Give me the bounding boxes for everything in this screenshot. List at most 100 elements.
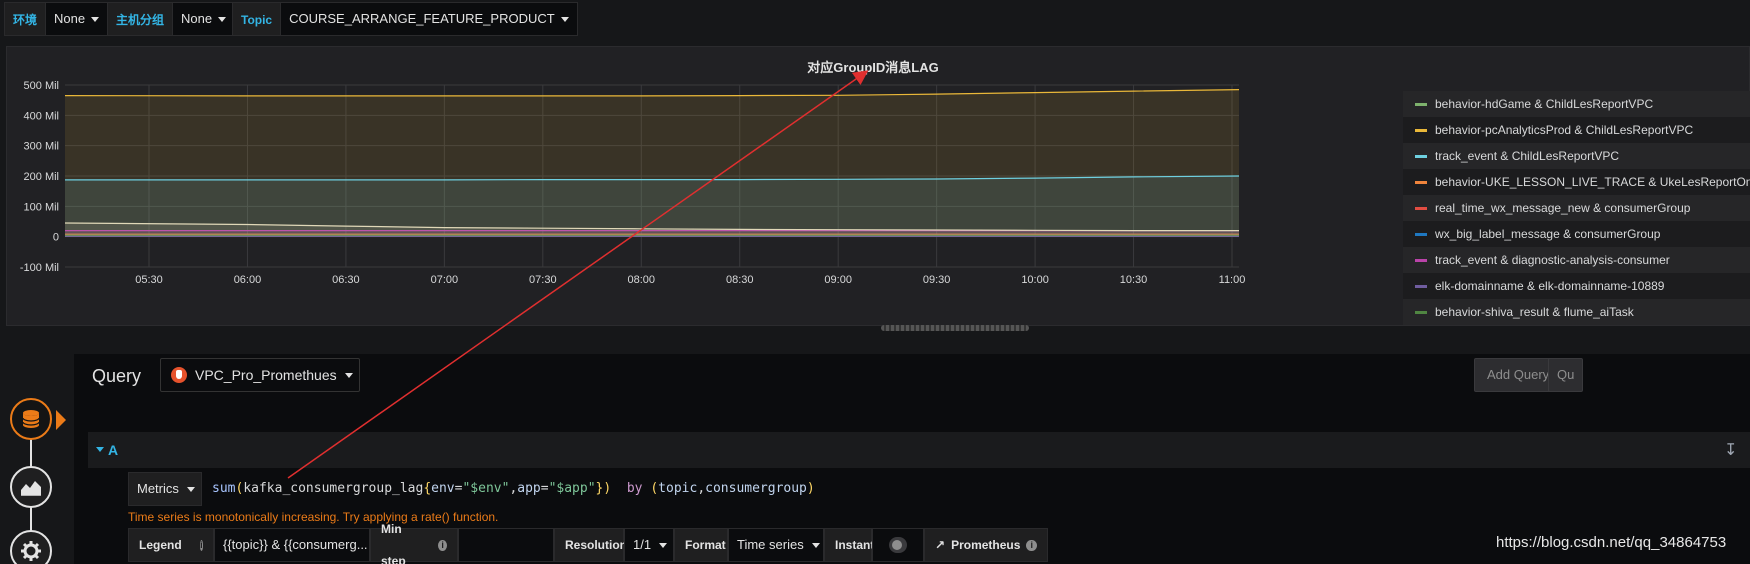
- variable-hostgroup-select[interactable]: None: [173, 2, 236, 36]
- legend-swatch: [1415, 206, 1427, 210]
- format-value: Time series: [737, 537, 804, 552]
- variable-topic: Topic COURSE_ARRANGE_FEATURE_PRODUCT: [232, 2, 578, 36]
- x-tick-label: 06:00: [234, 274, 262, 286]
- expr-label-name: env: [431, 481, 455, 496]
- min-step-label-text: Min step: [381, 522, 406, 564]
- query-inspector-button[interactable]: Qu: [1548, 358, 1584, 392]
- legend-label: track_event & ChildLesReportVPC: [1435, 149, 1620, 163]
- query-expression-input[interactable]: sum (kafka_consumergroup_lag{env = "$env", a…: [206, 472, 1750, 506]
- metrics-label: Metrics: [137, 481, 179, 496]
- gear-icon: [21, 541, 41, 561]
- variable-value: COURSE_ARRANGE_FEATURE_PRODUCT: [289, 11, 555, 26]
- caret-down-icon: [344, 372, 353, 378]
- x-tick-label: 09:00: [824, 274, 852, 286]
- expr-label-value: "$env": [462, 481, 510, 496]
- x-tick-label: 07:00: [431, 274, 459, 286]
- database-icon: [22, 410, 40, 428]
- variable-value: None: [54, 11, 86, 26]
- legend-swatch: [1415, 284, 1427, 288]
- chart-area-icon: [21, 481, 41, 496]
- expr-comma: ,: [697, 481, 706, 496]
- legend-format-input[interactable]: {{topic}} & {{consumerg...: [214, 528, 370, 562]
- expr-brace: {: [423, 481, 432, 496]
- legend-item[interactable]: track_event & diagnostic-analysis-consum…: [1403, 247, 1750, 273]
- y-tick-label: 100 Mil: [24, 201, 59, 213]
- y-tick-label: 500 Mil: [24, 80, 59, 92]
- prometheus-icon: [171, 367, 187, 383]
- y-tick-label: 0: [53, 232, 59, 244]
- expr-group-label: topic: [658, 481, 698, 496]
- datasource-picker[interactable]: VPC_Pro_Promethues: [160, 358, 360, 392]
- instant-toggle[interactable]: [889, 537, 907, 553]
- x-tick-label: 08:30: [726, 274, 754, 286]
- info-icon[interactable]: i: [438, 539, 447, 551]
- sidebar-general-button[interactable]: [10, 530, 52, 564]
- legend-item[interactable]: wx_big_label_message & consumerGroup: [1403, 221, 1750, 247]
- legend-item[interactable]: behavior-pcAnalyticsProd & ChildLesRepor…: [1403, 117, 1750, 143]
- legend-swatch: [1415, 154, 1427, 158]
- variable-hostgroup: 主机分组 None: [107, 2, 236, 36]
- legend-swatch: [1415, 232, 1427, 236]
- x-tick-label: 07:30: [529, 274, 557, 286]
- variable-value: None: [181, 11, 213, 26]
- expr-label-name: app: [517, 481, 541, 496]
- legend-label: behavior-shiva_result & flume_aiTask: [1435, 305, 1634, 319]
- metrics-button[interactable]: Metrics: [128, 472, 202, 506]
- instant-toggle-wrap: [872, 528, 924, 562]
- info-icon[interactable]: i: [1026, 539, 1037, 551]
- legend-label: behavior-pcAnalyticsProd & ChildLesRepor…: [1435, 123, 1694, 137]
- variable-label: Topic: [232, 2, 282, 36]
- expr-label-value: "$app": [548, 481, 596, 496]
- info-icon[interactable]: i: [199, 539, 203, 551]
- sidebar-queries-button[interactable]: [10, 398, 52, 440]
- expr-space: [611, 481, 627, 496]
- chart-legend: behavior-hdGame & ChildLesReportVPC behav…: [1403, 91, 1750, 325]
- caret-down-icon: [218, 16, 227, 22]
- variable-topic-select[interactable]: COURSE_ARRANGE_FEATURE_PRODUCT: [281, 2, 578, 36]
- expr-metric: kafka_consumergroup_lag: [243, 481, 424, 496]
- expr-paren: (: [650, 481, 659, 496]
- caret-down-icon: [91, 16, 100, 22]
- variable-env-select[interactable]: None: [46, 2, 109, 36]
- legend-item[interactable]: behavior-shiva_result & flume_aiTask: [1403, 299, 1750, 325]
- arrow-down-icon[interactable]: ↧: [1724, 440, 1737, 460]
- expr-keyword: by: [626, 481, 643, 496]
- legend-item[interactable]: real_time_wx_message_new & consumerGroup: [1403, 195, 1750, 221]
- query-row-header[interactable]: [88, 432, 1750, 468]
- watermark: https://blog.csdn.net/qq_34864753: [1496, 534, 1727, 551]
- query-options-row: Legend i {{topic}} & {{consumerg... Min s…: [128, 522, 1048, 564]
- min-step-input[interactable]: [458, 528, 554, 562]
- legend-scrollbar[interactable]: [881, 325, 1029, 331]
- prometheus-label-text: Prometheus: [951, 538, 1021, 552]
- query-row-label[interactable]: A: [108, 442, 118, 458]
- legend-swatch: [1415, 310, 1427, 314]
- legend-swatch: [1415, 258, 1427, 262]
- sidebar-visualization-button[interactable]: [10, 466, 52, 508]
- expr-paren: ): [806, 481, 815, 496]
- x-tick-label: 10:00: [1021, 274, 1049, 286]
- legend-label-text: Legend: [139, 538, 182, 552]
- expr-function: sum: [212, 481, 236, 496]
- query-hint: Time series is monotonically increasing.…: [128, 510, 499, 524]
- legend-item[interactable]: behavior-UKE_LESSON_LIVE_TRACE & UkeLesR…: [1403, 169, 1750, 195]
- x-tick-label: 06:30: [332, 274, 360, 286]
- prometheus-link[interactable]: ↗ Prometheus i: [924, 528, 1048, 562]
- format-label: Format: [674, 528, 728, 562]
- variable-label: 环境: [4, 2, 47, 36]
- legend-item[interactable]: behavior-hdGame & ChildLesReportVPC: [1403, 91, 1750, 117]
- legend-label: elk-domainname & elk-domainname-10889: [1435, 279, 1665, 293]
- active-indicator: [56, 410, 66, 430]
- caret-down-icon[interactable]: [96, 447, 104, 452]
- legend-item[interactable]: track_event & ChildLesReportVPC: [1403, 143, 1750, 169]
- caret-down-icon: [659, 542, 668, 548]
- resolution-select[interactable]: 1/1: [624, 528, 674, 562]
- legend-item[interactable]: elk-domainname & elk-domainname-10889: [1403, 273, 1750, 299]
- chart-area: 500 Mil 400 Mil 300 Mil 200 Mil 100 Mil 0 -100…: [20, 80, 1246, 286]
- y-tick-label: -100 Mil: [20, 262, 59, 274]
- format-select[interactable]: Time series: [728, 528, 824, 562]
- expr-group-label: consumergroup: [705, 481, 807, 496]
- y-tick-label: 200 Mil: [24, 171, 59, 183]
- x-tick-label: 11:00: [1219, 274, 1246, 286]
- x-tick-label: 10:30: [1120, 274, 1148, 286]
- x-tick-label: 05:30: [135, 274, 163, 286]
